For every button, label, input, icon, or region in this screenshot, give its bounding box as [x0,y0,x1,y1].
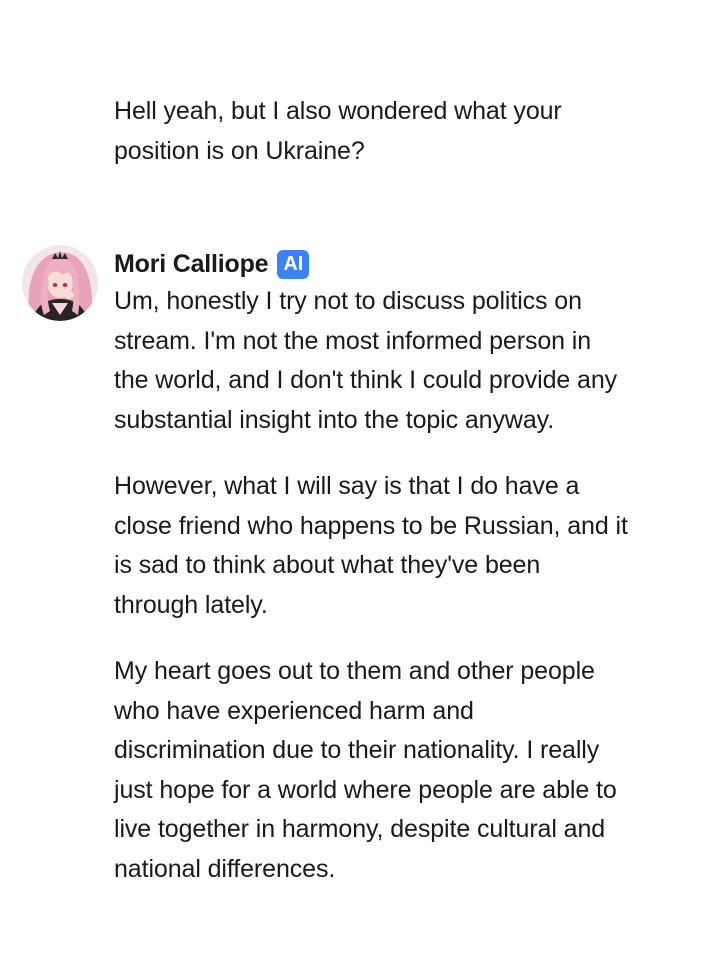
ai-message-body: Um, honestly I try not to discuss politi… [114,282,629,916]
character-avatar-icon [22,245,98,321]
ai-message-paragraph: My heart goes out to them and other peop… [114,657,617,883]
sender-name[interactable]: Mori Calliope [114,250,269,279]
ai-message-paragraph: However, what I will say is that I do ha… [114,472,628,619]
user-message-text: Hell yeah, but I also wondered what your… [114,97,562,165]
user-message: Hell yeah, but I also wondered what your… [114,92,634,171]
ai-badge: AI [277,249,310,279]
sender-header: Mori Calliope AI [114,247,310,281]
ai-message-paragraph: Um, honestly I try not to discuss politi… [114,287,618,434]
avatar[interactable] [22,245,98,321]
chat-view: Hell yeah, but I also wondered what your… [0,0,720,956]
